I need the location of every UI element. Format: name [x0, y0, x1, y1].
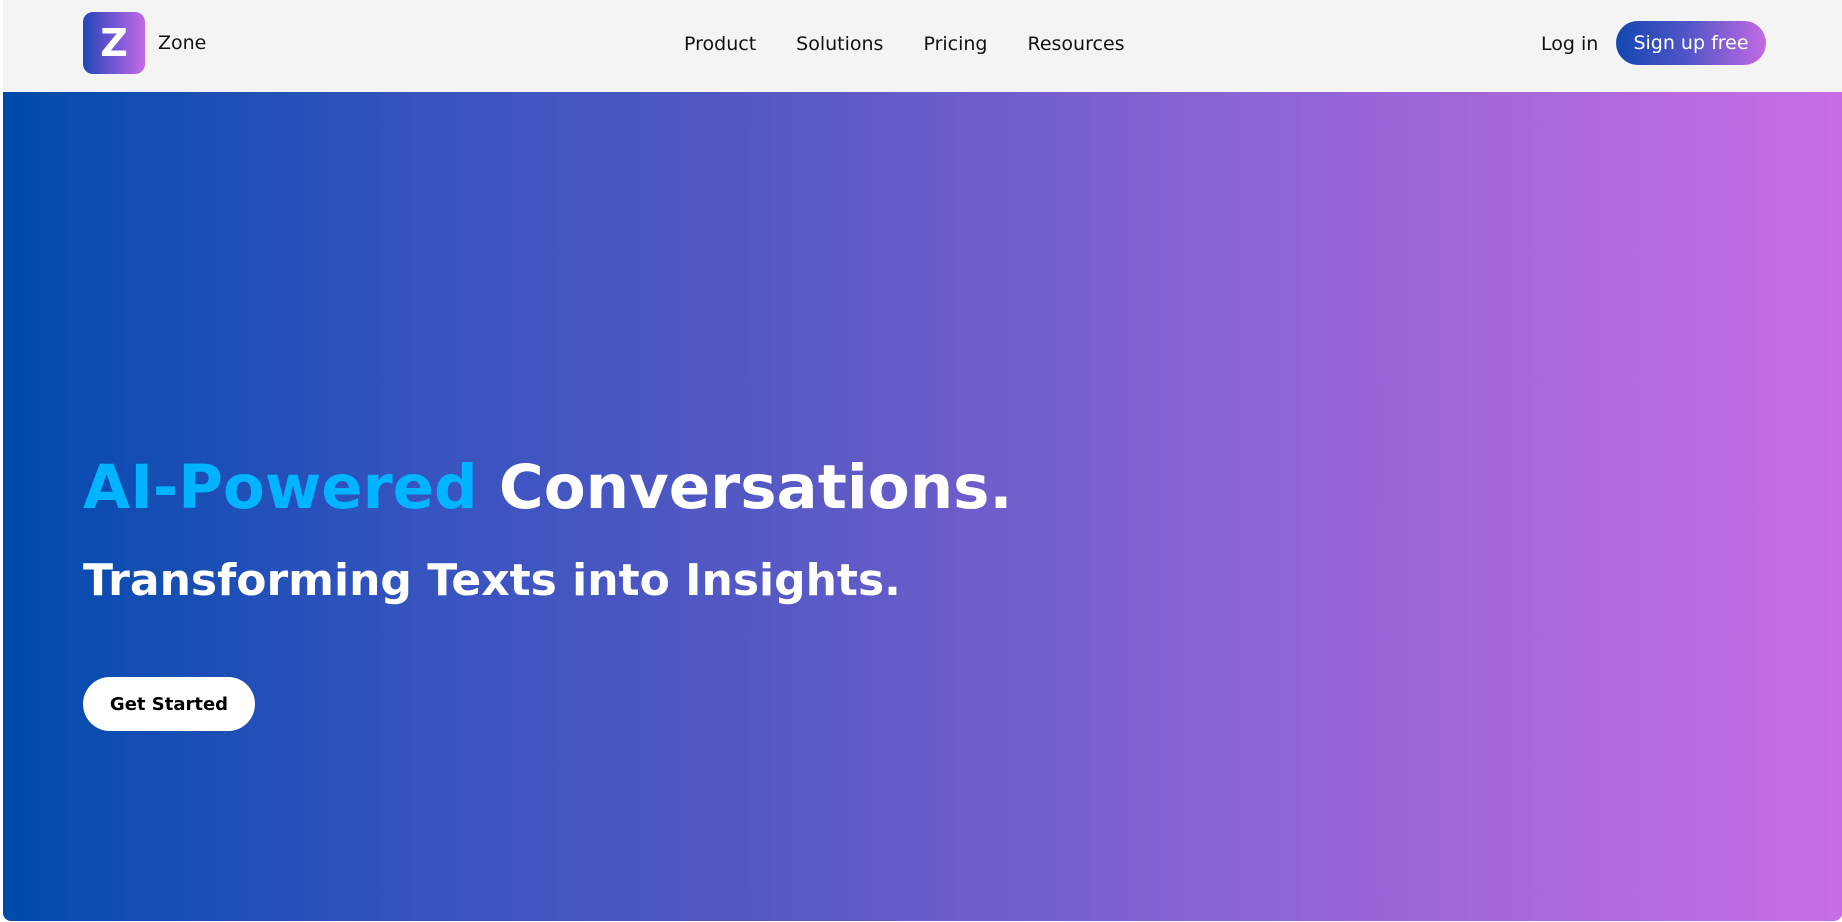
brand-name: Zone [158, 32, 207, 54]
hero-headline: AI-Powered Conversations. [83, 454, 1013, 521]
headline-main-text: Conversations. [477, 452, 1013, 523]
brand-link[interactable]: Z Zone [83, 12, 206, 74]
nav-product[interactable]: Product [684, 33, 756, 55]
zone-logo-icon: Z [83, 12, 145, 74]
get-started-button[interactable]: Get Started [83, 677, 255, 731]
hero-subheadline: Transforming Texts into Insights. [83, 555, 901, 606]
primary-navigation: Product Solutions Pricing Resources [684, 28, 1125, 60]
landing-page: Z Zone Product Solutions Pricing Resourc… [3, 0, 1842, 922]
hero-section: AI-Powered Conversations. Transforming T… [3, 92, 1842, 921]
nav-resources[interactable]: Resources [1028, 33, 1125, 55]
nav-pricing[interactable]: Pricing [923, 33, 987, 55]
logo-letter: Z [100, 21, 128, 65]
login-link[interactable]: Log in [1541, 28, 1598, 60]
nav-solutions[interactable]: Solutions [796, 33, 883, 55]
headline-accent-text: AI-Powered [83, 452, 478, 523]
top-navigation-bar: Z Zone Product Solutions Pricing Resourc… [3, 0, 1842, 92]
signup-button[interactable]: Sign up free [1616, 21, 1766, 65]
